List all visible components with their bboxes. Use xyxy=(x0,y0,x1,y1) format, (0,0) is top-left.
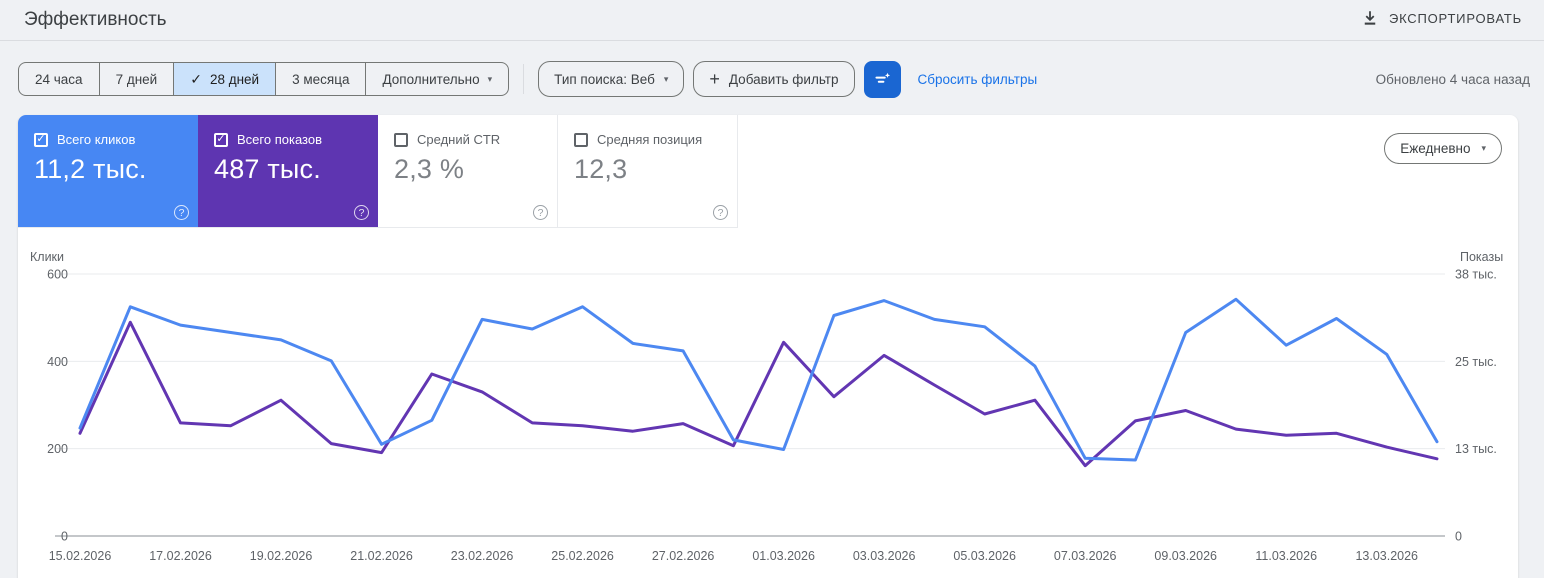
metric-label: Средняя позиция xyxy=(597,132,703,147)
x-axis-tick: 21.02.2026 xyxy=(350,549,413,563)
checkbox-unchecked-icon[interactable] xyxy=(394,132,408,147)
date-range-chip-3[interactable]: 3 месяца xyxy=(275,63,365,95)
date-range-label: 24 часа xyxy=(35,71,83,87)
left-axis-tick: 0 xyxy=(61,530,68,544)
page-title: Эффективность xyxy=(24,9,167,30)
clicks-line xyxy=(78,297,1439,462)
date-range-chip-2[interactable]: ✓ 28 дней xyxy=(173,63,276,95)
right-axis-tick: 38 тыс. xyxy=(1455,268,1497,282)
right-axis-tick: 0 xyxy=(1455,530,1462,544)
smart-filter-button[interactable] xyxy=(863,60,901,98)
check-icon: ✓ xyxy=(190,70,202,87)
left-axis-title: Клики xyxy=(30,250,64,264)
help-icon[interactable]: ? xyxy=(174,205,189,220)
help-icon[interactable]: ? xyxy=(354,205,369,220)
metric-card-1[interactable]: ✓ Всего показов 487 тыс.? xyxy=(198,115,378,227)
right-axis-tick: 13 тыс. xyxy=(1455,442,1497,456)
x-axis-tick: 01.03.2026 xyxy=(752,549,815,563)
metric-card-header: Средний CTR xyxy=(394,132,543,147)
date-range-label: Дополнительно xyxy=(382,71,480,87)
metric-card-3[interactable]: Средняя позиция 12,3? xyxy=(558,115,738,227)
right-axis-tick: 25 тыс. xyxy=(1455,355,1497,369)
checkbox-checked-icon[interactable]: ✓ xyxy=(214,132,228,147)
help-icon[interactable]: ? xyxy=(713,205,728,220)
metric-value: 2,3 % xyxy=(394,154,465,184)
metric-label: Всего показов xyxy=(237,132,322,147)
date-range-label: 3 месяца xyxy=(292,71,350,87)
metric-card-0[interactable]: ✓ Всего кликов 11,2 тыс.? xyxy=(18,115,198,227)
metric-card-header: ✓ Всего показов xyxy=(214,132,364,147)
x-axis-tick: 19.02.2026 xyxy=(250,549,313,563)
metric-value: 487 тыс. xyxy=(214,154,321,184)
chevron-down-icon: ▾ xyxy=(663,73,669,84)
x-axis-tick: 13.03.2026 xyxy=(1355,549,1418,563)
left-axis-tick: 200 xyxy=(47,442,68,456)
left-axis-tick: 400 xyxy=(47,355,68,369)
performance-panel: ✓ Всего кликов 11,2 тыс.? ✓ Всего показов 487… xyxy=(18,115,1518,578)
right-axis-title: Показы xyxy=(1460,250,1503,264)
left-axis-tick: 600 xyxy=(47,268,68,282)
date-range-chip-0[interactable]: 24 часа xyxy=(19,63,99,95)
add-filter-label: Добавить фильтр xyxy=(728,71,839,87)
x-axis-tick: 15.02.2026 xyxy=(49,549,112,563)
date-range-label: 28 дней xyxy=(209,71,260,87)
granularity-label: Ежедневно xyxy=(1400,141,1471,156)
x-axis-tick: 03.03.2026 xyxy=(853,549,916,563)
help-icon[interactable]: ? xyxy=(533,205,548,220)
metric-card-header: ✓ Всего кликов xyxy=(34,132,184,147)
metric-value: 11,2 тыс. xyxy=(34,154,147,184)
metric-cards: ✓ Всего кликов 11,2 тыс.? ✓ Всего показов 487… xyxy=(18,115,738,228)
plus-icon: + xyxy=(709,69,720,89)
chevron-down-icon: ▾ xyxy=(1481,143,1486,153)
header: Эффективность ЭКСПОРТИРОВАТЬ xyxy=(0,0,1544,41)
x-axis-tick: 05.03.2026 xyxy=(953,549,1016,563)
x-axis-tick: 27.02.2026 xyxy=(652,549,715,563)
metric-value: 12,3 xyxy=(574,154,628,184)
granularity-dropdown[interactable]: Ежедневно ▾ xyxy=(1384,133,1502,164)
reset-filters-link[interactable]: Сбросить фильтры xyxy=(918,72,1038,87)
date-range-chip-4[interactable]: Дополнительно ▾ xyxy=(365,63,508,95)
performance-chart[interactable]: 600 38 тыс. 400 25 тыс. 200 13 тыс. 0 0 Клики Пок… xyxy=(18,228,1518,578)
date-range-group: 24 часа 7 дней ✓ 28 дней 3 месяца Дополнитель… xyxy=(18,62,510,96)
checkbox-checked-icon[interactable]: ✓ xyxy=(34,132,48,147)
x-axis-tick: 07.03.2026 xyxy=(1054,549,1117,563)
metric-label: Средний CTR xyxy=(417,132,501,147)
x-axis-tick: 23.02.2026 xyxy=(451,549,514,563)
toolbar-divider xyxy=(523,64,525,94)
x-axis-tick: 25.02.2026 xyxy=(551,549,614,563)
metric-label: Всего кликов xyxy=(57,132,136,147)
chevron-down-icon: ▾ xyxy=(487,73,493,84)
x-axis-tick: 11.03.2026 xyxy=(1255,549,1317,563)
add-filter-button[interactable]: + Добавить фильтр xyxy=(693,61,855,97)
export-button[interactable]: ЭКСПОРТИРОВАТЬ xyxy=(1353,5,1530,31)
search-type-dropdown[interactable]: Тип поиска: Веб ▾ xyxy=(538,61,685,97)
filter-toolbar: 24 часа 7 дней ✓ 28 дней 3 месяца Дополнитель… xyxy=(18,60,1544,98)
date-range-label: 7 дней xyxy=(115,71,158,87)
export-label: ЭКСПОРТИРОВАТЬ xyxy=(1388,10,1522,26)
metrics-row: ✓ Всего кликов 11,2 тыс.? ✓ Всего показов 487… xyxy=(18,115,1518,228)
download-icon xyxy=(1361,9,1379,27)
filter-sparkle-icon xyxy=(871,68,893,90)
metric-card-header: Средняя позиция xyxy=(574,132,723,147)
search-type-label: Тип поиска: Веб xyxy=(554,71,655,87)
x-axis-tick: 17.02.2026 xyxy=(149,549,212,563)
checkbox-unchecked-icon[interactable] xyxy=(574,132,588,147)
date-range-chip-1[interactable]: 7 дней xyxy=(98,63,174,95)
last-updated-text: Обновлено 4 часа назад xyxy=(1375,71,1530,87)
x-axis-tick: 09.03.2026 xyxy=(1154,549,1217,563)
metric-card-2[interactable]: Средний CTR 2,3 %? xyxy=(378,115,558,227)
